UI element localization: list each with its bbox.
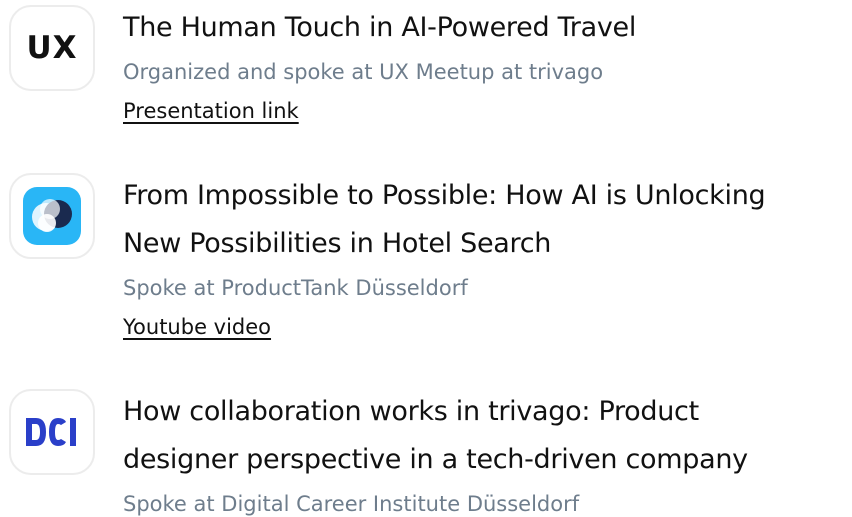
dci-logo: [9, 389, 95, 475]
ux-meetup-logo: UX: [9, 5, 95, 91]
producttank-icon: [23, 187, 81, 245]
presentation-link[interactable]: Presentation link: [123, 92, 299, 130]
talk-venue: Organized and spoke at UX Meetup at triv…: [123, 60, 604, 84]
talk-venue: Spoke at Digital Career Institute Düssel…: [123, 492, 580, 516]
talk-title-line-2: New Possibilities in Hotel Search: [123, 228, 552, 259]
producttank-logo: [9, 173, 95, 259]
talk-title: The Human Touch in AI-Powered Travel: [123, 12, 637, 43]
talk-list: UX The Human Touch in AI-Powered Travel …: [0, 0, 852, 517]
talk-venue: Spoke at ProductTank Düsseldorf: [123, 276, 468, 300]
talk-title-line-1: From Impossible to Possible: How AI is U…: [123, 180, 766, 211]
talk-title-line-1: How collaboration works in trivago: Prod…: [123, 396, 699, 427]
talk-title-line-2: designer perspective in a tech-driven co…: [123, 444, 748, 475]
ux-logo-text: UX: [26, 30, 78, 66]
dci-icon: [26, 418, 76, 446]
youtube-video-link[interactable]: Youtube video: [123, 308, 271, 346]
